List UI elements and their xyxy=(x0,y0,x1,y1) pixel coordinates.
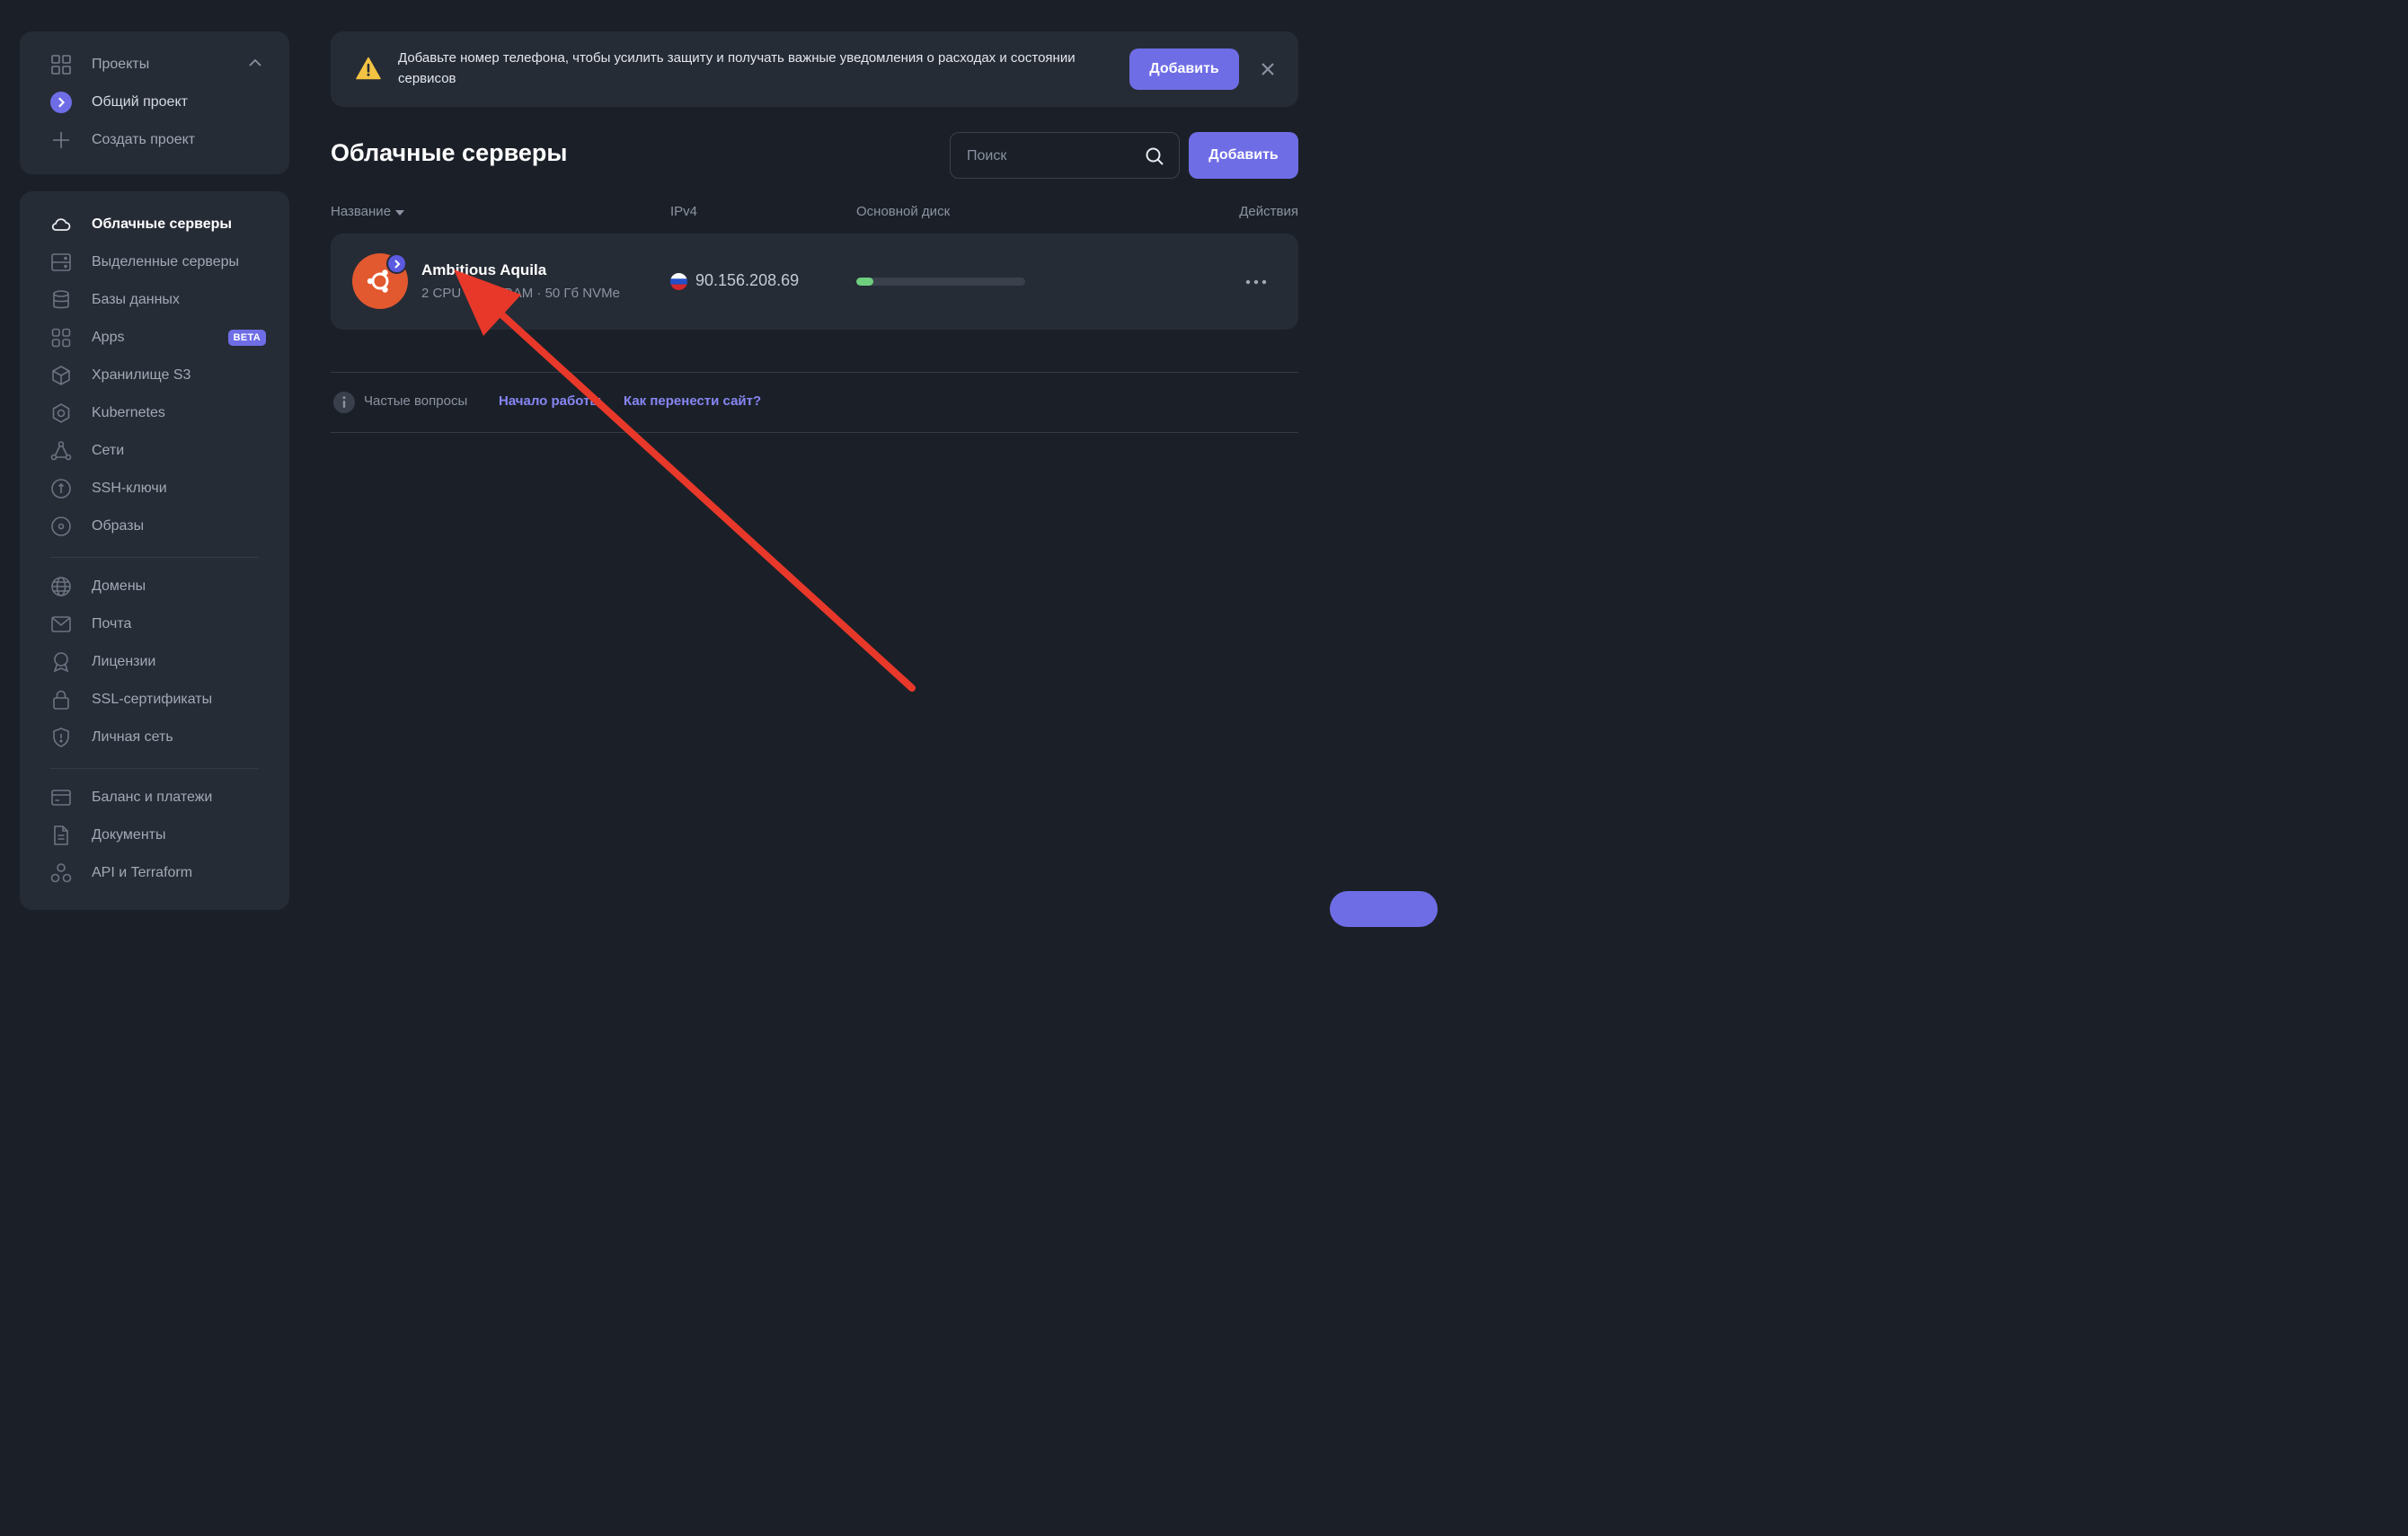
sidebar-item-mail[interactable]: Почта xyxy=(50,610,266,639)
column-header-actions: Действия xyxy=(1239,204,1298,219)
sidebar-item-label: Выделенные серверы xyxy=(92,254,240,269)
column-header-label: Название xyxy=(331,204,392,219)
sidebar-item-label: Баланс и платежи xyxy=(92,790,213,805)
sidebar-item-label: Хранилище S3 xyxy=(92,367,191,383)
apps-icon xyxy=(50,327,72,349)
projects-header[interactable]: Проекты xyxy=(50,50,149,79)
sidebar-item-ssh-keys[interactable]: SSH-ключи xyxy=(50,474,266,503)
lock-icon xyxy=(50,689,72,711)
api-icon xyxy=(50,862,72,884)
disk-usage-fill xyxy=(856,278,873,286)
sidebar-item-ssl[interactable]: SSL-сертификаты xyxy=(50,685,266,714)
sidebar-item-domains[interactable]: Домены xyxy=(50,572,266,601)
divider xyxy=(331,432,1298,433)
server-specs: 2 CPU · 4 Гб RAM · 50 Гб NVMe xyxy=(421,286,620,301)
plus-icon xyxy=(50,129,72,151)
sidebar-item-label: Образы xyxy=(92,518,145,534)
russia-flag-icon xyxy=(670,273,687,290)
warning-icon xyxy=(356,57,381,84)
getting-started-link[interactable]: Начало работы xyxy=(499,393,601,409)
project-item-general[interactable]: Общий проект xyxy=(50,88,188,117)
column-header-ipv4: IPv4 xyxy=(670,204,698,219)
database-icon xyxy=(50,289,72,311)
search-box xyxy=(950,132,1180,179)
sidebar-item-apps[interactable]: Apps BETA xyxy=(50,323,266,352)
sidebar-item-label: Базы данных xyxy=(92,292,180,307)
project-chevron-icon xyxy=(386,253,407,274)
sidebar-item-cloud-servers[interactable]: Облачные серверы xyxy=(50,210,266,239)
card-icon xyxy=(50,787,72,808)
phone-notice-banner: Добавьте номер телефона, чтобы усилить з… xyxy=(331,31,1298,107)
sidebar-item-label: Лицензии xyxy=(92,654,156,669)
info-icon xyxy=(333,392,355,418)
migrate-site-link[interactable]: Как перенести сайт? xyxy=(624,393,761,409)
close-icon[interactable] xyxy=(1259,60,1277,83)
sidebar-item-billing[interactable]: Баланс и платежи xyxy=(50,783,266,812)
sidebar-nav: Облачные серверы Выделенные серверы Базы… xyxy=(20,191,289,910)
chat-widget-button[interactable] xyxy=(1330,891,1438,927)
server-icon xyxy=(50,252,72,273)
sidebar-item-databases[interactable]: Базы данных xyxy=(50,286,266,314)
disk-usage-bar xyxy=(856,278,1025,286)
search-icon[interactable] xyxy=(1145,146,1164,171)
award-icon xyxy=(50,651,72,673)
cube-icon xyxy=(50,365,72,386)
sidebar-item-private-network[interactable]: Личная сеть xyxy=(50,723,266,752)
table-row[interactable]: Ambitious Aquila 2 CPU · 4 Гб RAM · 50 Г… xyxy=(331,234,1298,330)
sort-down-icon xyxy=(395,204,405,219)
network-icon xyxy=(50,440,72,462)
globe-icon xyxy=(50,576,72,597)
create-project-label: Создать проект xyxy=(92,132,196,147)
ip-address[interactable]: 90.156.208.69 xyxy=(695,271,799,290)
projects-header-label: Проекты xyxy=(92,57,150,72)
mail-icon xyxy=(50,614,72,635)
kubernetes-icon xyxy=(50,402,72,424)
sidebar-item-s3[interactable]: Хранилище S3 xyxy=(50,361,266,390)
sidebar-item-licenses[interactable]: Лицензии xyxy=(50,648,266,676)
projects-panel: Проекты Общий проект Создать проект xyxy=(20,31,289,174)
chevron-up-icon[interactable] xyxy=(248,56,262,75)
sidebar-item-documents[interactable]: Документы xyxy=(50,821,266,850)
nav-divider xyxy=(50,768,259,769)
add-phone-button[interactable]: Добавить xyxy=(1129,49,1239,90)
column-header-disk: Основной диск xyxy=(856,204,951,219)
page-title: Облачные серверы xyxy=(331,139,568,166)
sidebar-item-label: SSL-сертификаты xyxy=(92,692,213,707)
sidebar-item-label: Личная сеть xyxy=(92,729,173,745)
sidebar-item-label: Домены xyxy=(92,578,146,594)
grid-icon xyxy=(50,54,72,75)
nav-divider xyxy=(50,557,259,558)
cloud-icon xyxy=(50,214,72,235)
more-options-icon[interactable] xyxy=(1245,273,1267,296)
server-name[interactable]: Ambitious Aquila xyxy=(421,261,546,279)
sidebar-item-label: Apps xyxy=(92,330,125,345)
search-input[interactable] xyxy=(967,146,1138,167)
sidebar-item-label: Почта xyxy=(92,616,132,631)
sidebar-item-label: SSH-ключи xyxy=(92,481,167,496)
document-icon xyxy=(50,825,72,846)
add-server-button[interactable]: Добавить xyxy=(1189,132,1298,179)
sidebar-item-dedicated-servers[interactable]: Выделенные серверы xyxy=(50,248,266,277)
sidebar-item-label: API и Terraform xyxy=(92,865,193,880)
divider xyxy=(331,372,1298,373)
key-icon xyxy=(50,478,72,499)
banner-message: Добавьте номер телефона, чтобы усилить з… xyxy=(398,50,1076,86)
sidebar-item-label: Сети xyxy=(92,443,125,458)
sidebar-item-label: Документы xyxy=(92,827,166,843)
sidebar-item-images[interactable]: Образы xyxy=(50,512,266,541)
create-project-button[interactable]: Создать проект xyxy=(50,126,195,154)
beta-badge: BETA xyxy=(227,330,266,346)
shield-icon xyxy=(50,727,72,748)
faq-label: Частые вопросы xyxy=(364,393,468,409)
sidebar-item-label: Kubernetes xyxy=(92,405,165,420)
column-header-name[interactable]: Название xyxy=(331,204,405,219)
project-item-label: Общий проект xyxy=(92,94,188,110)
disc-icon xyxy=(50,516,72,537)
sidebar-item-kubernetes[interactable]: Kubernetes xyxy=(50,399,266,428)
sidebar-item-networks[interactable]: Сети xyxy=(50,437,266,465)
project-avatar-icon xyxy=(50,92,72,113)
sidebar-item-api[interactable]: API и Terraform xyxy=(50,859,266,887)
sidebar-item-label: Облачные серверы xyxy=(92,216,233,232)
